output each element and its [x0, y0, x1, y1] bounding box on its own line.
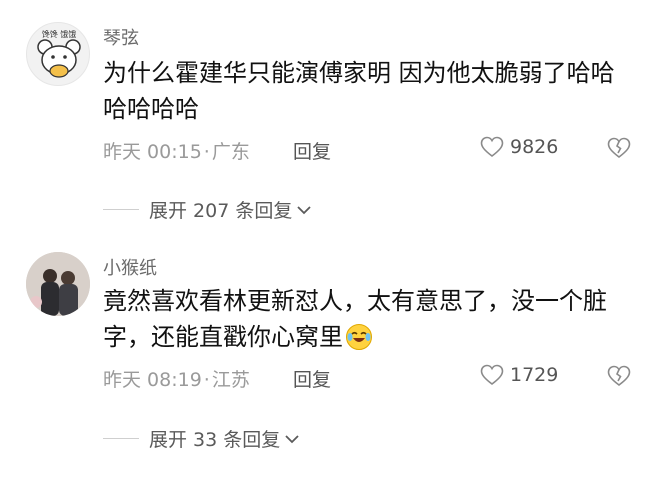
comment-text: 竟然喜欢看林更新怼人，太有意思了，没一个脏字，还能直戳你心窝里	[103, 283, 623, 355]
comment-meta: 昨天 08:19 · 江苏	[103, 365, 250, 392]
comment-location: 广东	[211, 141, 250, 163]
comment-item: 馋馋 饿饿 琴弦 为什么霍建华只能演傅家明 因为他太脆弱了哈哈哈哈哈哈 昨天 0…	[0, 0, 660, 232]
meta-separator: ·	[203, 141, 210, 163]
comment-text: 为什么霍建华只能演傅家明 因为他太脆弱了哈哈哈哈哈哈	[103, 59, 615, 123]
expand-replies-label: 展开 33 条回复	[149, 429, 281, 451]
chevron-down-icon	[297, 205, 311, 214]
broken-heart-icon	[607, 365, 631, 387]
chevron-down-icon	[285, 434, 299, 443]
people-photo-avatar-icon	[26, 252, 90, 316]
like-button[interactable]: 1729	[480, 364, 558, 386]
comment-time: 昨天 00:15	[103, 141, 202, 163]
heart-outline-icon	[480, 364, 504, 386]
broken-heart-icon	[607, 137, 631, 159]
expand-replies-label: 展开 207 条回复	[149, 200, 293, 222]
comment-location: 江苏	[211, 369, 250, 391]
avatar[interactable]: 馋馋 饿饿	[26, 22, 90, 86]
comment-item: 小猴纸 竟然喜欢看林更新怼人，太有意思了，没一个脏字，还能直戳你心窝里 昨天 0…	[0, 232, 660, 477]
dislike-button[interactable]	[607, 137, 631, 163]
expand-divider	[103, 438, 139, 439]
like-button[interactable]: 9826	[480, 136, 558, 158]
avatar[interactable]	[26, 252, 90, 316]
avatar-caption: 馋馋 饿饿	[42, 29, 77, 39]
dislike-button[interactable]	[607, 365, 631, 391]
expand-replies[interactable]: 展开 33 条回复	[103, 425, 300, 452]
like-count: 1729	[510, 364, 559, 386]
like-count: 9826	[510, 136, 559, 158]
heart-outline-icon	[480, 136, 504, 158]
reply-button[interactable]: 回复	[293, 137, 331, 164]
reply-button[interactable]: 回复	[293, 365, 331, 392]
username[interactable]: 小猴纸	[103, 254, 157, 280]
bear-avatar-icon: 馋馋 饿饿	[37, 29, 81, 78]
expand-divider	[103, 209, 139, 210]
laugh-cry-emoji-icon	[346, 324, 372, 350]
username[interactable]: 琴弦	[103, 24, 139, 50]
expand-replies[interactable]: 展开 207 条回复	[103, 196, 312, 223]
meta-separator: ·	[203, 369, 210, 391]
comment-time: 昨天 08:19	[103, 369, 202, 391]
comment-meta: 昨天 00:15 · 广东	[103, 137, 250, 164]
